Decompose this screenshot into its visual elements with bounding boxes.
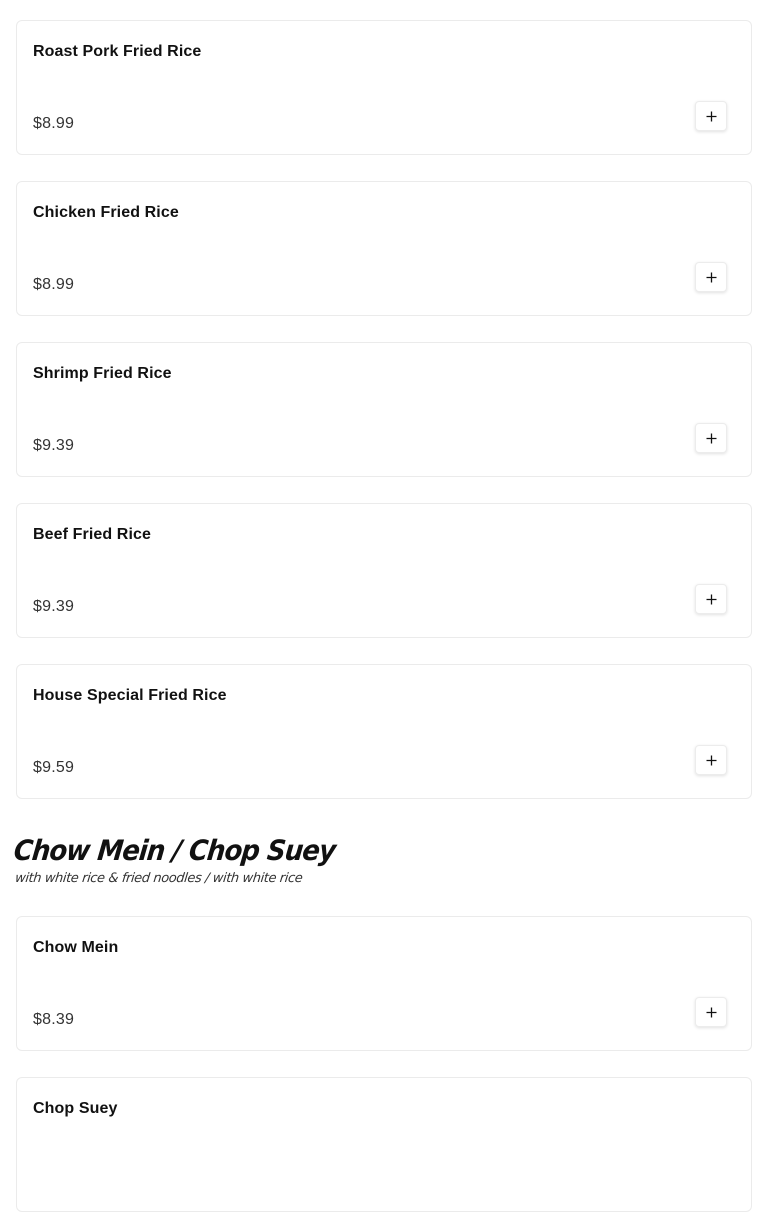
section-title: Chow Mein / Chop Suey — [12, 835, 337, 868]
menu-item-price: $8.99 — [33, 115, 75, 132]
menu-item-price: $9.39 — [33, 598, 75, 615]
section-subtitle: with white rice & fried noodles / with w… — [14, 871, 304, 886]
menu-item-card[interactable]: Chop Suey — [16, 1077, 752, 1212]
menu-item-price: $9.39 — [33, 437, 75, 454]
plus-icon — [706, 433, 716, 443]
plus-icon — [706, 111, 716, 121]
add-to-cart-button[interactable] — [695, 745, 727, 775]
add-to-cart-button[interactable] — [695, 101, 727, 131]
section-header: Chow Mein / Chop Suey with white rice & … — [12, 832, 752, 888]
add-to-cart-button[interactable] — [695, 997, 727, 1027]
menu-item-card[interactable]: Beef Fried Rice $9.39 — [16, 503, 752, 638]
plus-icon — [706, 1007, 716, 1017]
plus-icon — [706, 272, 716, 282]
menu-item-price: $9.59 — [33, 759, 75, 776]
menu-item-price: $8.39 — [33, 1011, 75, 1028]
menu-item-name: Chop Suey — [33, 1100, 118, 1117]
menu-item-name: Shrimp Fried Rice — [33, 365, 172, 382]
menu-item-card[interactable]: Shrimp Fried Rice $9.39 — [16, 342, 752, 477]
plus-icon — [706, 755, 716, 765]
menu-item-card[interactable]: Chow Mein $8.39 — [16, 916, 752, 1051]
menu-item-card[interactable]: Chicken Fried Rice $8.99 — [16, 181, 752, 316]
menu-item-name: House Special Fried Rice — [33, 687, 227, 704]
menu-item-name: Roast Pork Fried Rice — [33, 43, 202, 60]
menu-item-card[interactable]: House Special Fried Rice $9.59 — [16, 664, 752, 799]
menu-item-name: Chicken Fried Rice — [33, 204, 179, 221]
add-to-cart-button[interactable] — [695, 423, 727, 453]
add-to-cart-button[interactable] — [695, 262, 727, 292]
menu-item-card[interactable]: Roast Pork Fried Rice $8.99 — [16, 20, 752, 155]
plus-icon — [706, 594, 716, 604]
add-to-cart-button[interactable] — [695, 584, 727, 614]
menu-item-price: $8.99 — [33, 276, 75, 293]
menu-item-name: Chow Mein — [33, 939, 119, 956]
menu-item-name: Beef Fried Rice — [33, 526, 151, 543]
